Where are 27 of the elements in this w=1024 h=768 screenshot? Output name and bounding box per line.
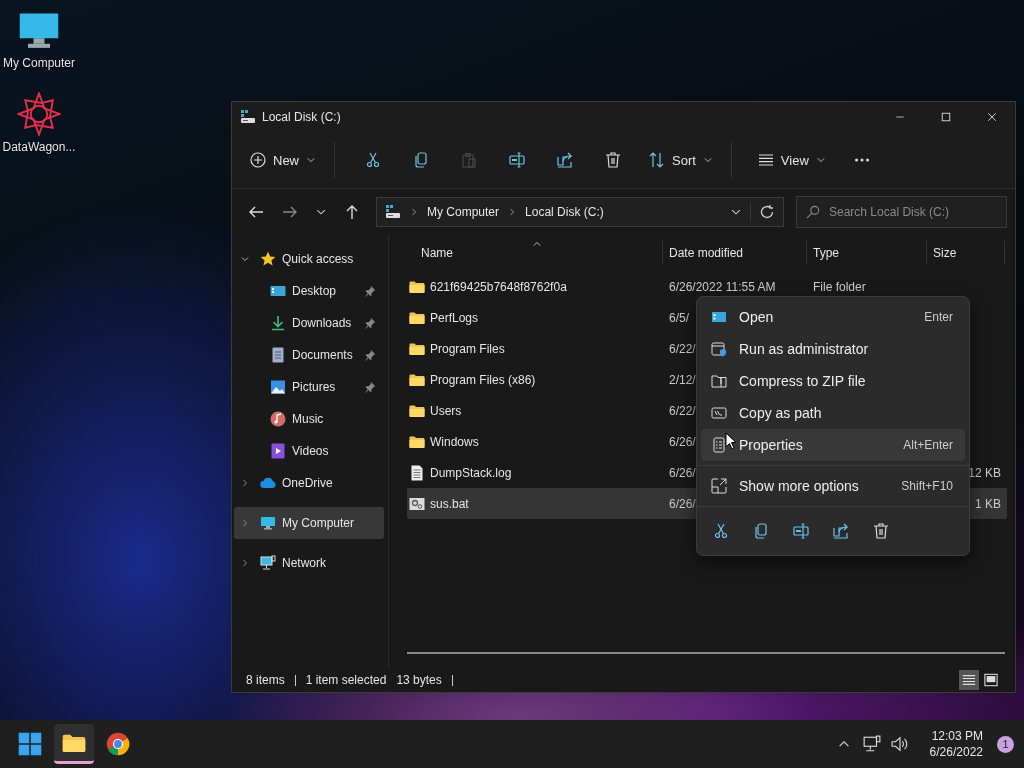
file-name: Windows — [430, 434, 479, 449]
date-modified: 6/26/2022 11:55 AM — [669, 279, 776, 294]
shortcut-label: My Computer — [3, 56, 75, 70]
file-name: 621f69425b7648f8762f0a — [430, 279, 567, 294]
date-modified: 6/22/ — [669, 403, 696, 418]
file-name: Program Files (x86) — [430, 372, 536, 387]
date-modified: 6/22/ — [669, 341, 696, 356]
file-size: 1 KB — [975, 496, 1001, 511]
date-modified: 6/5/ — [669, 310, 689, 325]
date-modified: 2/12/ — [669, 372, 696, 387]
date-modified: 6/26/ — [669, 434, 696, 449]
file-name: sus.bat — [430, 496, 469, 511]
file-type: File folder — [813, 279, 866, 294]
selection-size: 13 bytes — [396, 674, 453, 686]
selection-info: 1 item selected — [294, 674, 397, 686]
file-size: 12 KB — [968, 465, 1001, 480]
file-name: PerfLogs — [430, 310, 479, 325]
item-count: 8 items — [246, 673, 286, 687]
clock-date: 6/26/2022 — [929, 744, 983, 760]
date-modified: 6/26/ — [669, 496, 696, 511]
clock-time: 12:03 PM — [931, 728, 983, 744]
file-name: Users — [430, 403, 462, 418]
date-modified: 6/26/ — [669, 465, 696, 480]
file-name: Program Files — [430, 341, 505, 356]
file-name: DumpStack.log — [430, 465, 512, 480]
window-title: Local Disk (C:) — [262, 110, 342, 124]
shortcut-label: DataWagon... — [2, 140, 76, 154]
